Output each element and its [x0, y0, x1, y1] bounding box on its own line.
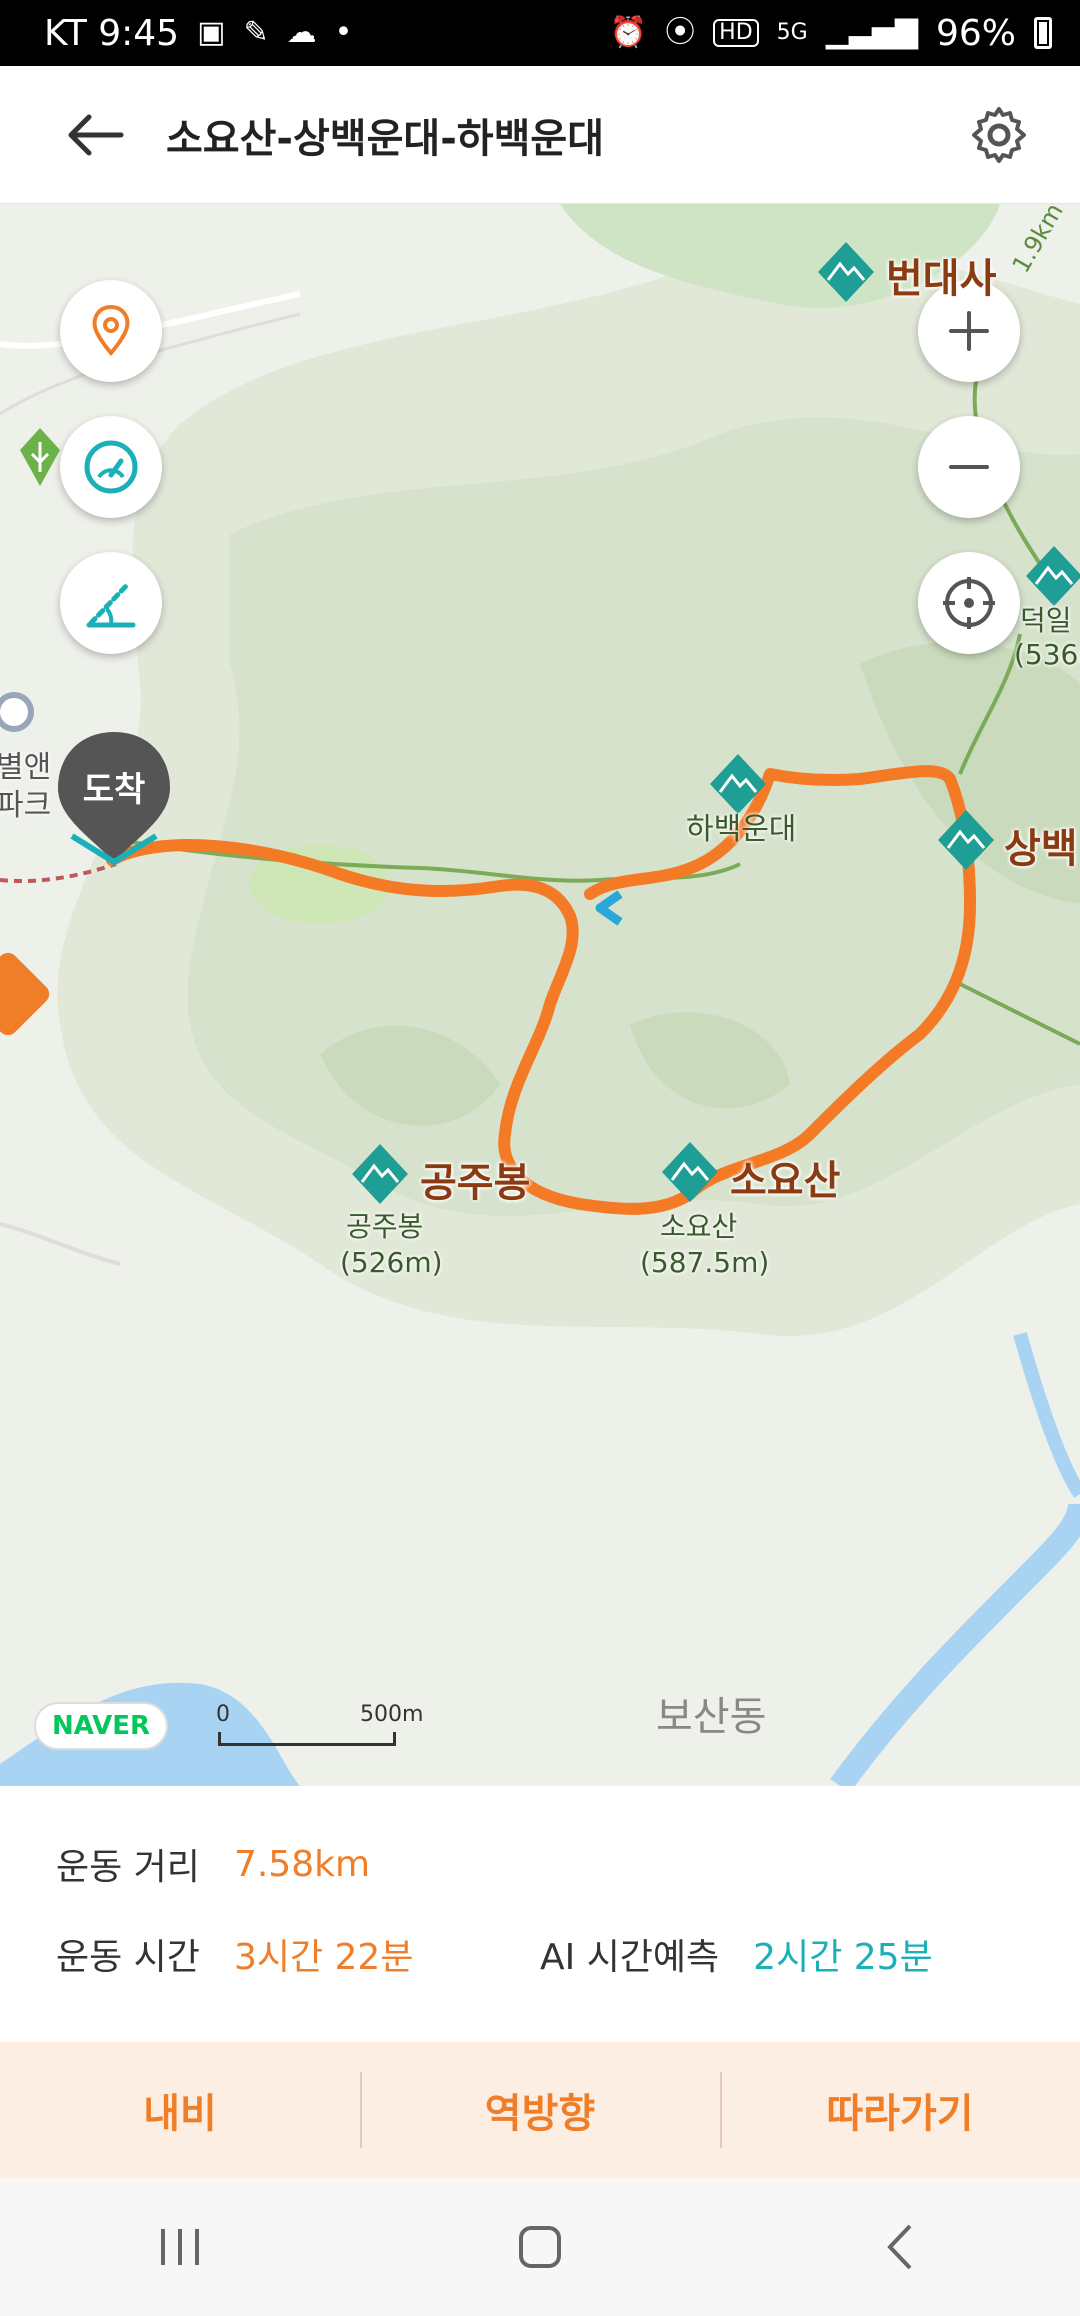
chevron-left-icon: [887, 2224, 912, 2270]
follow-button[interactable]: 따라가기: [720, 2042, 1080, 2178]
navi-button[interactable]: 내비: [0, 2042, 360, 2178]
back-arrow-icon: [68, 114, 124, 155]
my-location-pin-button[interactable]: [60, 280, 162, 382]
plus-icon: [949, 311, 989, 351]
location-pin-icon: [92, 304, 130, 357]
elevation-angle-icon: [86, 582, 136, 628]
mountain-icon: [352, 1144, 408, 1204]
place-label-bosandong: 보산동: [656, 1694, 767, 1740]
arrival-pin[interactable]: 도착: [52, 726, 176, 866]
feather-icon: ✎: [243, 15, 269, 50]
ai-estimate-value: 2시간 25분: [753, 1937, 933, 1978]
signal-icon: ▁▃▅▇: [825, 15, 918, 50]
distance-row: 운동 거리 7.58km: [56, 1838, 370, 1890]
mountain-icon: [1026, 546, 1080, 606]
mountain-marker-deokil[interactable]: [1024, 544, 1080, 608]
poi-beondaesa: 번대사: [886, 256, 997, 302]
recenter-button[interactable]: [918, 552, 1020, 654]
cloud-icon: ☁: [286, 15, 317, 50]
mountain-marker-sangbaek[interactable]: [936, 808, 996, 872]
zoom-out-button[interactable]: [918, 416, 1020, 518]
card-icon: ▣: [197, 15, 226, 50]
distance-value: 7.58km: [233, 1843, 371, 1885]
minus-icon: [949, 465, 989, 469]
poi-deokil-height: (536m: [1014, 638, 1080, 671]
ai-estimate-label: AI 시간예측: [540, 1937, 720, 1978]
system-back-button[interactable]: [840, 2197, 960, 2297]
poi-sangbaek: 상백: [1004, 826, 1078, 872]
page-title: 소요산-상백운대-하백운대: [166, 115, 605, 162]
time-value: 3시간 22분: [233, 1937, 414, 1978]
speedometer-icon: [84, 440, 138, 494]
home-icon: [519, 2226, 561, 2268]
arrival-label: 도착: [82, 770, 146, 810]
back-button[interactable]: [40, 80, 150, 190]
ai-estimate-row: AI 시간예측 2시간 25분: [540, 1928, 933, 1980]
app-header: 소요산-상백운대-하백운대: [0, 66, 1080, 204]
time-row: 운동 시간 3시간 22분: [56, 1928, 413, 1980]
poi-gongjubong-sub: 공주봉: [346, 1210, 424, 1243]
elevation-button[interactable]: [60, 552, 162, 654]
map-scale: 0 500m: [216, 1702, 423, 1748]
settings-button[interactable]: [954, 90, 1044, 180]
mountain-icon: [662, 1142, 718, 1202]
gear-icon: [972, 107, 1026, 163]
left-partial-label-2: 파크: [0, 788, 52, 823]
time-label: 운동 시간: [56, 1937, 200, 1978]
action-bar: 내비 역방향 따라가기: [0, 2042, 1080, 2178]
crosshair-icon: [943, 577, 995, 629]
naver-logo: NAVER: [34, 1702, 168, 1750]
distance-label: 운동 거리: [56, 1847, 200, 1888]
poi-deokil-sub: 덕일: [1020, 604, 1072, 637]
map-terrain: [0, 204, 1080, 1786]
hd-icon: HD: [713, 19, 759, 47]
battery-icon: [1034, 17, 1052, 49]
carrier-time: KT 9:45: [44, 12, 180, 54]
mountain-marker-gongjubong[interactable]: [350, 1142, 410, 1206]
scale-end: 500m: [360, 1702, 424, 1727]
dot-icon: •: [334, 15, 353, 50]
system-nav-bar: [0, 2178, 1080, 2316]
poi-soyosan-sub: 소요산: [660, 1210, 738, 1243]
battery-percent: 96%: [935, 12, 1016, 54]
mountain-icon: [818, 242, 874, 302]
recent-apps-button[interactable]: [120, 2197, 240, 2297]
reverse-button[interactable]: 역방향: [360, 2042, 720, 2178]
forest-marker-icon[interactable]: [16, 426, 64, 490]
map-view[interactable]: 1.9km 별앤 파크 도착 번대사 덕일 (536 하백운대 상백 공주봉 공…: [0, 204, 1080, 1786]
alarm-icon: ⏰: [609, 15, 648, 50]
home-button[interactable]: [480, 2197, 600, 2297]
poi-soyosan: 소요산: [730, 1158, 841, 1204]
scale-bar: [218, 1732, 396, 1746]
status-left: KT 9:45 ▣ ✎ ☁ •: [44, 13, 352, 54]
status-bar: KT 9:45 ▣ ✎ ☁ • ⏰ ⦿ HD 5G ▁▃▅▇ 96%: [0, 0, 1080, 66]
poi-habaegundae: 하백운대: [686, 812, 797, 847]
mountain-icon: [710, 754, 766, 814]
mountain-marker-habaegundae[interactable]: [708, 752, 768, 816]
location-icon: ⦿: [665, 15, 696, 50]
poi-gongjubong: 공주봉: [420, 1160, 531, 1206]
recent-apps-icon: [161, 2229, 199, 2265]
speedometer-button[interactable]: [60, 416, 162, 518]
poi-soyosan-height: (587.5m): [640, 1246, 770, 1279]
mountain-marker-soyosan[interactable]: [660, 1140, 720, 1204]
mountain-icon: [938, 810, 994, 870]
mountain-marker-beondaesa[interactable]: [816, 240, 876, 304]
5g-icon: 5G: [776, 20, 808, 45]
scale-start: 0: [216, 1702, 230, 1727]
status-right: ⏰ ⦿ HD 5G ▁▃▅▇ 96%: [610, 13, 1052, 54]
exercise-info-panel: 운동 거리 7.58km 운동 시간 3시간 22분 AI 시간예측 2시간 2…: [0, 1786, 1080, 2042]
left-partial-label-1: 별앤: [0, 750, 52, 785]
poi-gongjubong-height: (526m): [340, 1246, 443, 1279]
